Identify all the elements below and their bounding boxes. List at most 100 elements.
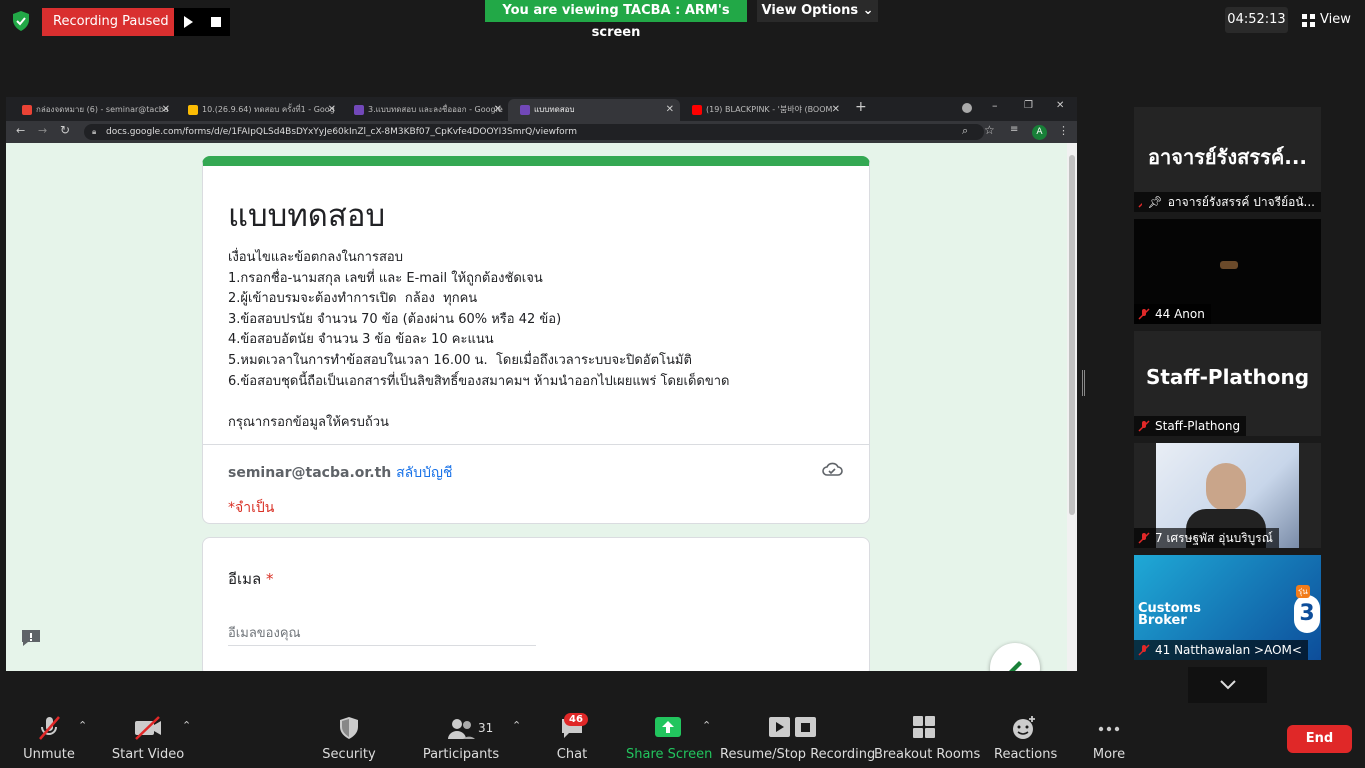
cohort-badge-number: 3 bbox=[1299, 601, 1315, 626]
participant-tile[interactable]: 44 Anon bbox=[1134, 219, 1321, 324]
unmute-button[interactable]: Unmute bbox=[18, 705, 80, 768]
account-email: seminar@tacba.or.th bbox=[228, 465, 392, 481]
resume-stop-recording-button[interactable]: Resume/Stop Recording bbox=[720, 705, 876, 768]
participant-tile[interactable]: Customs Broker 3 รุ่น 41 Natthawalan >AO… bbox=[1134, 555, 1321, 660]
video-thumbnail bbox=[1220, 261, 1238, 269]
participant-name: 41 Natthawalan >AOM< bbox=[1155, 643, 1302, 657]
more-participants-button[interactable] bbox=[1188, 667, 1267, 703]
cohort-badge-label: รุ่น bbox=[1296, 585, 1310, 598]
profile-avatar[interactable]: A bbox=[1032, 125, 1047, 140]
participant-tile[interactable]: 7 เศรษฐพัส อุ่นบริบูรณ์ bbox=[1134, 443, 1321, 548]
shared-screen-browser: กล่องจดหมาย (6) - seminar@tacba ✕ 10.(26.… bbox=[6, 97, 1077, 671]
youtube-icon bbox=[692, 105, 702, 115]
share-screen-icon bbox=[655, 717, 681, 737]
chat-button[interactable]: 46 Chat bbox=[548, 705, 596, 768]
browser-tab-bar: กล่องจดหมาย (6) - seminar@tacba ✕ 10.(26.… bbox=[6, 97, 1077, 121]
tab-label: (19) BLACKPINK - '붐바야 (BOOM bbox=[706, 105, 833, 114]
back-icon[interactable]: ← bbox=[16, 124, 25, 137]
chat-unread-badge: 46 bbox=[564, 713, 588, 726]
view-options-button[interactable]: View Options ⌄ bbox=[757, 0, 878, 22]
reactions-emoji-icon bbox=[1013, 716, 1035, 739]
close-tab-icon[interactable]: ✕ bbox=[328, 99, 336, 121]
participant-tile[interactable]: Staff-Plathong Staff-Plathong bbox=[1134, 331, 1321, 436]
participant-tile[interactable]: อาจารย์รังสรรค์... 📌︎ อาจารย์รังสรรค์ ปาจ… bbox=[1134, 107, 1321, 212]
unmute-label: Unmute bbox=[23, 747, 75, 762]
breakout-rooms-label: Breakout Rooms bbox=[874, 747, 981, 762]
share-screen-button[interactable]: Share Screen bbox=[626, 705, 712, 768]
chevron-down-icon: ⌄ bbox=[862, 3, 874, 18]
start-video-button[interactable]: Start Video bbox=[110, 705, 186, 768]
security-shield-icon[interactable] bbox=[10, 10, 32, 32]
required-star: * bbox=[266, 570, 274, 588]
participant-display-name: Staff-Plathong bbox=[1145, 365, 1310, 389]
minimize-icon[interactable]: – bbox=[992, 99, 998, 112]
browser-tab-forms-1[interactable]: 3.แบบทดสอบ และลงชื่อออก - Google ✕ bbox=[342, 99, 508, 121]
email-input[interactable]: อีเมลของคุณ bbox=[228, 622, 536, 646]
participant-name: อาจารย์รังสรรค์ ปาจรีย์อนั... bbox=[1167, 195, 1315, 209]
security-button[interactable]: Security bbox=[320, 705, 378, 768]
maximize-icon[interactable]: ❐ bbox=[1024, 100, 1033, 111]
close-window-icon[interactable]: ✕ bbox=[1056, 100, 1064, 111]
participant-name-bar: 7 เศรษฐพัส อุ่นบริบูรณ์ bbox=[1134, 528, 1279, 548]
breakout-rooms-button[interactable]: Breakout Rooms bbox=[874, 705, 981, 768]
participant-name-bar: 📌︎ อาจารย์รังสรรค์ ปาจรีย์อนั... bbox=[1134, 192, 1321, 212]
resume-recording-button[interactable] bbox=[174, 8, 202, 36]
share-options-caret[interactable]: ⌃ bbox=[702, 719, 711, 732]
report-icon[interactable] bbox=[20, 628, 42, 648]
switch-account-link[interactable]: สลับบัญชี bbox=[396, 465, 452, 481]
stop-icon bbox=[211, 17, 221, 27]
browser-tab-youtube[interactable]: (19) BLACKPINK - '붐바야 (BOOM ✕ bbox=[680, 99, 846, 121]
view-layout-button[interactable]: View bbox=[1296, 7, 1356, 33]
reactions-label: Reactions bbox=[994, 747, 1058, 762]
participants-options-caret[interactable]: ⌃ bbox=[512, 719, 521, 732]
participant-name: Staff-Plathong bbox=[1155, 419, 1241, 433]
play-icon bbox=[184, 16, 193, 28]
more-button[interactable]: More bbox=[1084, 705, 1134, 768]
resize-handle[interactable] bbox=[1082, 370, 1085, 396]
profile-menu-icon[interactable] bbox=[962, 103, 972, 113]
close-tab-icon[interactable]: ✕ bbox=[162, 99, 170, 121]
end-meeting-button[interactable]: End bbox=[1287, 725, 1352, 753]
participants-label: Participants bbox=[422, 747, 500, 762]
zoom-icon[interactable]: ⌕ bbox=[962, 124, 968, 138]
participants-icon bbox=[448, 719, 475, 739]
video-options-caret[interactable]: ⌃ bbox=[182, 719, 191, 732]
forward-icon[interactable]: → bbox=[38, 124, 47, 137]
close-tab-icon[interactable]: ✕ bbox=[666, 99, 674, 121]
reading-list-icon[interactable]: ≡ bbox=[1010, 124, 1018, 135]
close-tab-icon[interactable]: ✕ bbox=[832, 99, 840, 121]
pencil-icon bbox=[1009, 661, 1022, 671]
scrollbar-thumb[interactable] bbox=[1069, 155, 1075, 515]
view-options-label: View Options bbox=[761, 3, 859, 18]
participant-display-name: อาจารย์รังสรรค์... bbox=[1147, 145, 1308, 169]
participant-name: 44 Anon bbox=[1155, 307, 1205, 321]
cohort-badge: 3 bbox=[1294, 595, 1320, 633]
browser-tab-gmail[interactable]: กล่องจดหมาย (6) - seminar@tacba ✕ bbox=[10, 99, 176, 121]
edit-fab-button[interactable] bbox=[990, 643, 1040, 671]
question-label: อีเมล * bbox=[228, 567, 274, 591]
participant-name-bar: 44 Anon bbox=[1134, 304, 1211, 324]
browser-menu-icon[interactable]: ⋮ bbox=[1058, 124, 1069, 137]
page-scrollbar[interactable] bbox=[1067, 143, 1077, 671]
cloud-saved-icon[interactable] bbox=[821, 461, 843, 477]
reactions-button[interactable]: Reactions bbox=[994, 705, 1058, 768]
browser-tab-drive[interactable]: 10.(26.9.64) ทดสอบ ครั้งที่1 - Goog ✕ bbox=[176, 99, 342, 121]
bookmark-star-icon[interactable]: ☆ bbox=[984, 123, 995, 137]
resume-stop-label: Resume/Stop Recording bbox=[720, 747, 876, 762]
audio-options-caret[interactable]: ⌃ bbox=[78, 719, 87, 732]
muted-mic-icon bbox=[1138, 532, 1150, 544]
participants-button[interactable]: 31 Participants bbox=[422, 705, 500, 768]
browser-tab-forms-active[interactable]: แบบทดสอบ ✕ bbox=[508, 99, 680, 121]
stop-recording-button[interactable] bbox=[202, 8, 230, 36]
reload-icon[interactable]: ↻ bbox=[60, 123, 70, 137]
grid-icon bbox=[1302, 13, 1315, 27]
muted-mic-icon bbox=[1138, 644, 1150, 656]
muted-mic-icon bbox=[39, 716, 60, 740]
participant-name-bar: Staff-Plathong bbox=[1134, 416, 1247, 436]
new-tab-icon[interactable]: + bbox=[855, 99, 867, 115]
address-bar-row: ← → ↻ 🔒︎ docs.google.com/forms/d/e/1FAIpQ… bbox=[6, 121, 1077, 143]
url-field[interactable]: 🔒︎ docs.google.com/forms/d/e/1FAIpQLSd4Bs… bbox=[84, 124, 984, 140]
close-tab-icon[interactable]: ✕ bbox=[494, 99, 502, 121]
form-header-card: แบบทดสอบ เงื่อนไขและข้อตกลงในการสอบ 1.กร… bbox=[202, 156, 870, 524]
tab-label: แบบทดสอบ bbox=[534, 105, 575, 114]
